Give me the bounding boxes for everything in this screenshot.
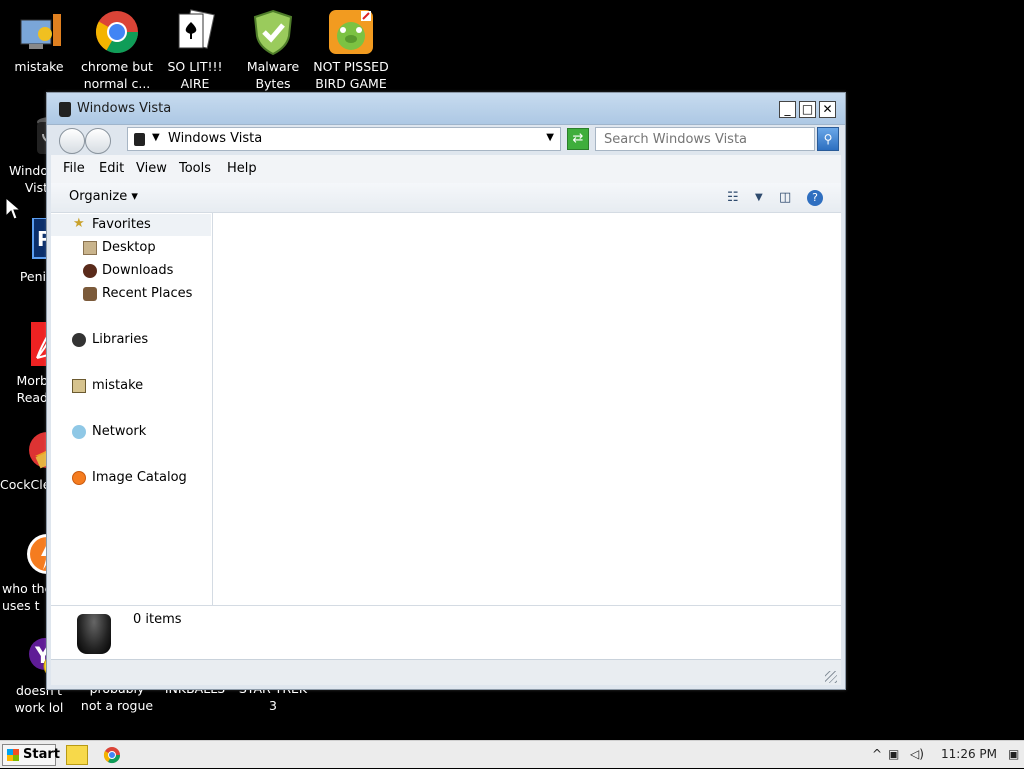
quicklaunch-explorer-icon[interactable] [66, 745, 88, 765]
trash-can-icon [59, 102, 71, 117]
menu-view[interactable]: View [136, 161, 167, 176]
desktop-icon-mistake[interactable]: mistake [0, 8, 78, 75]
windows-logo-icon [7, 749, 19, 761]
explorer-window[interactable]: Windows Vista _ □ ✕ ▼ Windows Vista ▼ ⇄ … [46, 92, 846, 690]
menu-file[interactable]: File [63, 161, 85, 176]
desktop-icon-malwarebytes[interactable]: Malware Bytes [234, 8, 312, 92]
lightning-icon [72, 471, 86, 485]
item-count: 0 items [133, 612, 182, 627]
views-icon[interactable]: ☷ [727, 190, 739, 205]
network-icon [72, 425, 86, 439]
network-tray-icon[interactable]: ▣ [888, 747, 899, 761]
nav-downloads[interactable]: Downloads [51, 260, 211, 282]
address-box[interactable]: ▼ Windows Vista ▼ [127, 127, 561, 151]
chevron-down-icon[interactable]: ▼ [546, 132, 554, 143]
window-titlebar[interactable]: Windows Vista _ □ ✕ [47, 93, 845, 125]
details-pane: 0 items [51, 605, 841, 659]
address-text: Windows Vista [168, 131, 263, 146]
organize-button[interactable]: Organize ▾ [69, 189, 138, 204]
volume-icon[interactable]: ◁) [910, 747, 924, 761]
trash-can-icon [77, 614, 111, 654]
status-bar [51, 659, 841, 685]
desktop-icon-bird-game[interactable]: NOT PISSED BIRD GAME [312, 8, 390, 92]
star-icon: ★ [73, 216, 85, 231]
quicklaunch-chrome-icon[interactable] [102, 745, 124, 765]
forward-button[interactable] [85, 128, 111, 154]
refresh-button[interactable]: ⇄ [567, 128, 589, 150]
search-input[interactable] [595, 127, 815, 151]
command-bar: Organize ▾ ☷ ▼ ◫ ? [51, 183, 841, 213]
user-icon [72, 379, 86, 393]
show-hidden-icons-icon[interactable]: ^ [872, 747, 882, 761]
green-pig-icon [327, 8, 375, 56]
playing-cards-icon [171, 8, 219, 56]
mouse-cursor-icon [5, 197, 21, 220]
recent-places-icon [83, 287, 97, 301]
nav-recent-places[interactable]: Recent Places [51, 283, 211, 305]
navigation-pane: ★ Favorites Desktop Downloads Recent Pla… [51, 213, 213, 605]
desktop-icon-solitaire[interactable]: SO LIT!!! AIRE [156, 8, 234, 92]
downloads-icon [83, 264, 97, 278]
menu-tools[interactable]: Tools [179, 161, 211, 176]
desktop-icon [83, 241, 97, 255]
window-title: Windows Vista [77, 101, 172, 116]
menu-help[interactable]: Help [227, 161, 257, 176]
help-icon[interactable]: ? [807, 190, 823, 206]
resize-grip-icon[interactable] [825, 671, 837, 683]
menu-edit[interactable]: Edit [99, 161, 124, 176]
search-icon[interactable]: ⚲ [817, 127, 839, 151]
libraries-icon [72, 333, 86, 347]
start-button[interactable]: Start [2, 744, 60, 766]
close-button[interactable]: ✕ [819, 101, 836, 118]
nav-libraries[interactable]: Libraries [51, 329, 211, 351]
clock[interactable]: 11:26 PM [941, 747, 997, 761]
nav-favorites[interactable]: ★ Favorites [51, 214, 211, 236]
chevron-down-icon[interactable]: ▼ [755, 192, 763, 203]
minimize-button[interactable]: _ [779, 101, 796, 118]
nav-network[interactable]: Network [51, 421, 211, 443]
show-desktop-icon[interactable]: ▣ [1008, 747, 1019, 761]
computer-user-icon [15, 8, 63, 56]
desktop: mistake chrome but normal c... SO LIT!!!… [0, 0, 1024, 740]
chrome-icon [93, 8, 141, 56]
taskbar: Start ^ ▣ ◁) 11:26 PM ▣ [0, 740, 1024, 768]
preview-pane-icon[interactable]: ◫ [779, 190, 791, 205]
address-bar: ▼ Windows Vista ▼ ⇄ ⚲ [51, 125, 841, 155]
nav-image-catalog[interactable]: Image Catalog [51, 467, 211, 489]
menu-bar: File Edit View Tools Help [51, 155, 841, 183]
shield-check-icon [249, 8, 297, 56]
back-button[interactable] [59, 128, 85, 154]
breadcrumb-arrow-icon[interactable]: ▼ [152, 132, 160, 143]
nav-desktop[interactable]: Desktop [51, 237, 211, 259]
nav-mistake[interactable]: mistake [51, 375, 211, 397]
system-tray: ^ ▣ ◁) 11:26 PM ▣ [864, 741, 1024, 768]
trash-can-icon [134, 133, 145, 146]
maximize-button[interactable]: □ [799, 101, 816, 118]
file-list-area[interactable] [213, 213, 841, 605]
desktop-icon-chrome[interactable]: chrome but normal c... [78, 8, 156, 92]
